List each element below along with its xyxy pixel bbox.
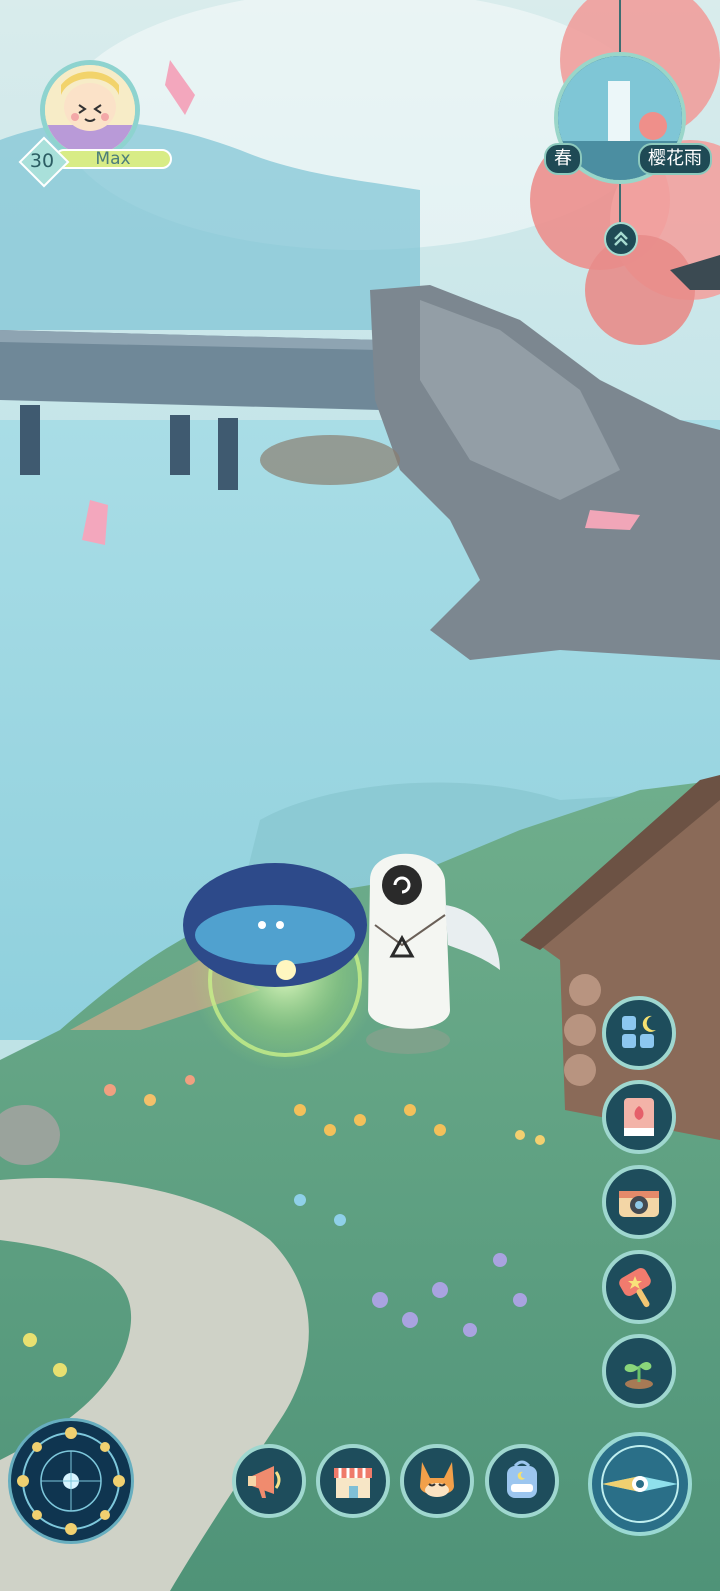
season-weather-widget[interactable]: 春 樱花雨 [540, 0, 720, 270]
player-badge[interactable]: Max 30 [18, 60, 172, 188]
camera-button[interactable] [602, 1165, 676, 1239]
shop-icon [334, 1468, 372, 1498]
girl-avatar-icon [45, 65, 135, 155]
weather-label: 樱花雨 [638, 143, 712, 175]
flower-book-icon [624, 1098, 654, 1136]
collection-icon [622, 1015, 656, 1048]
chevron-up-double-icon [614, 231, 628, 246]
player-level: 30 [29, 150, 55, 172]
backpack-button[interactable] [485, 1444, 559, 1518]
player-name: Max [95, 149, 131, 169]
announcement-button[interactable] [232, 1444, 306, 1518]
mallet-button[interactable] [602, 1250, 676, 1324]
compass-icon [601, 1445, 679, 1523]
star-mallet-icon [619, 1268, 651, 1308]
sprout-icon [624, 1362, 653, 1389]
megaphone-icon [248, 1466, 281, 1498]
season-label: 春 [544, 143, 582, 175]
moon-phase-icon [17, 1427, 125, 1535]
expand-button[interactable] [604, 222, 638, 256]
camera-icon [619, 1191, 659, 1217]
garden-button[interactable] [602, 1334, 676, 1408]
flower-book-button[interactable] [602, 1080, 676, 1154]
moon-phase-wheel[interactable] [8, 1418, 134, 1544]
collection-button[interactable] [602, 996, 676, 1070]
fox-pet-icon [420, 1462, 454, 1497]
shop-button[interactable] [316, 1444, 390, 1518]
compass-button[interactable] [588, 1432, 692, 1536]
backpack-icon [507, 1460, 537, 1498]
pet-button[interactable] [400, 1444, 474, 1518]
